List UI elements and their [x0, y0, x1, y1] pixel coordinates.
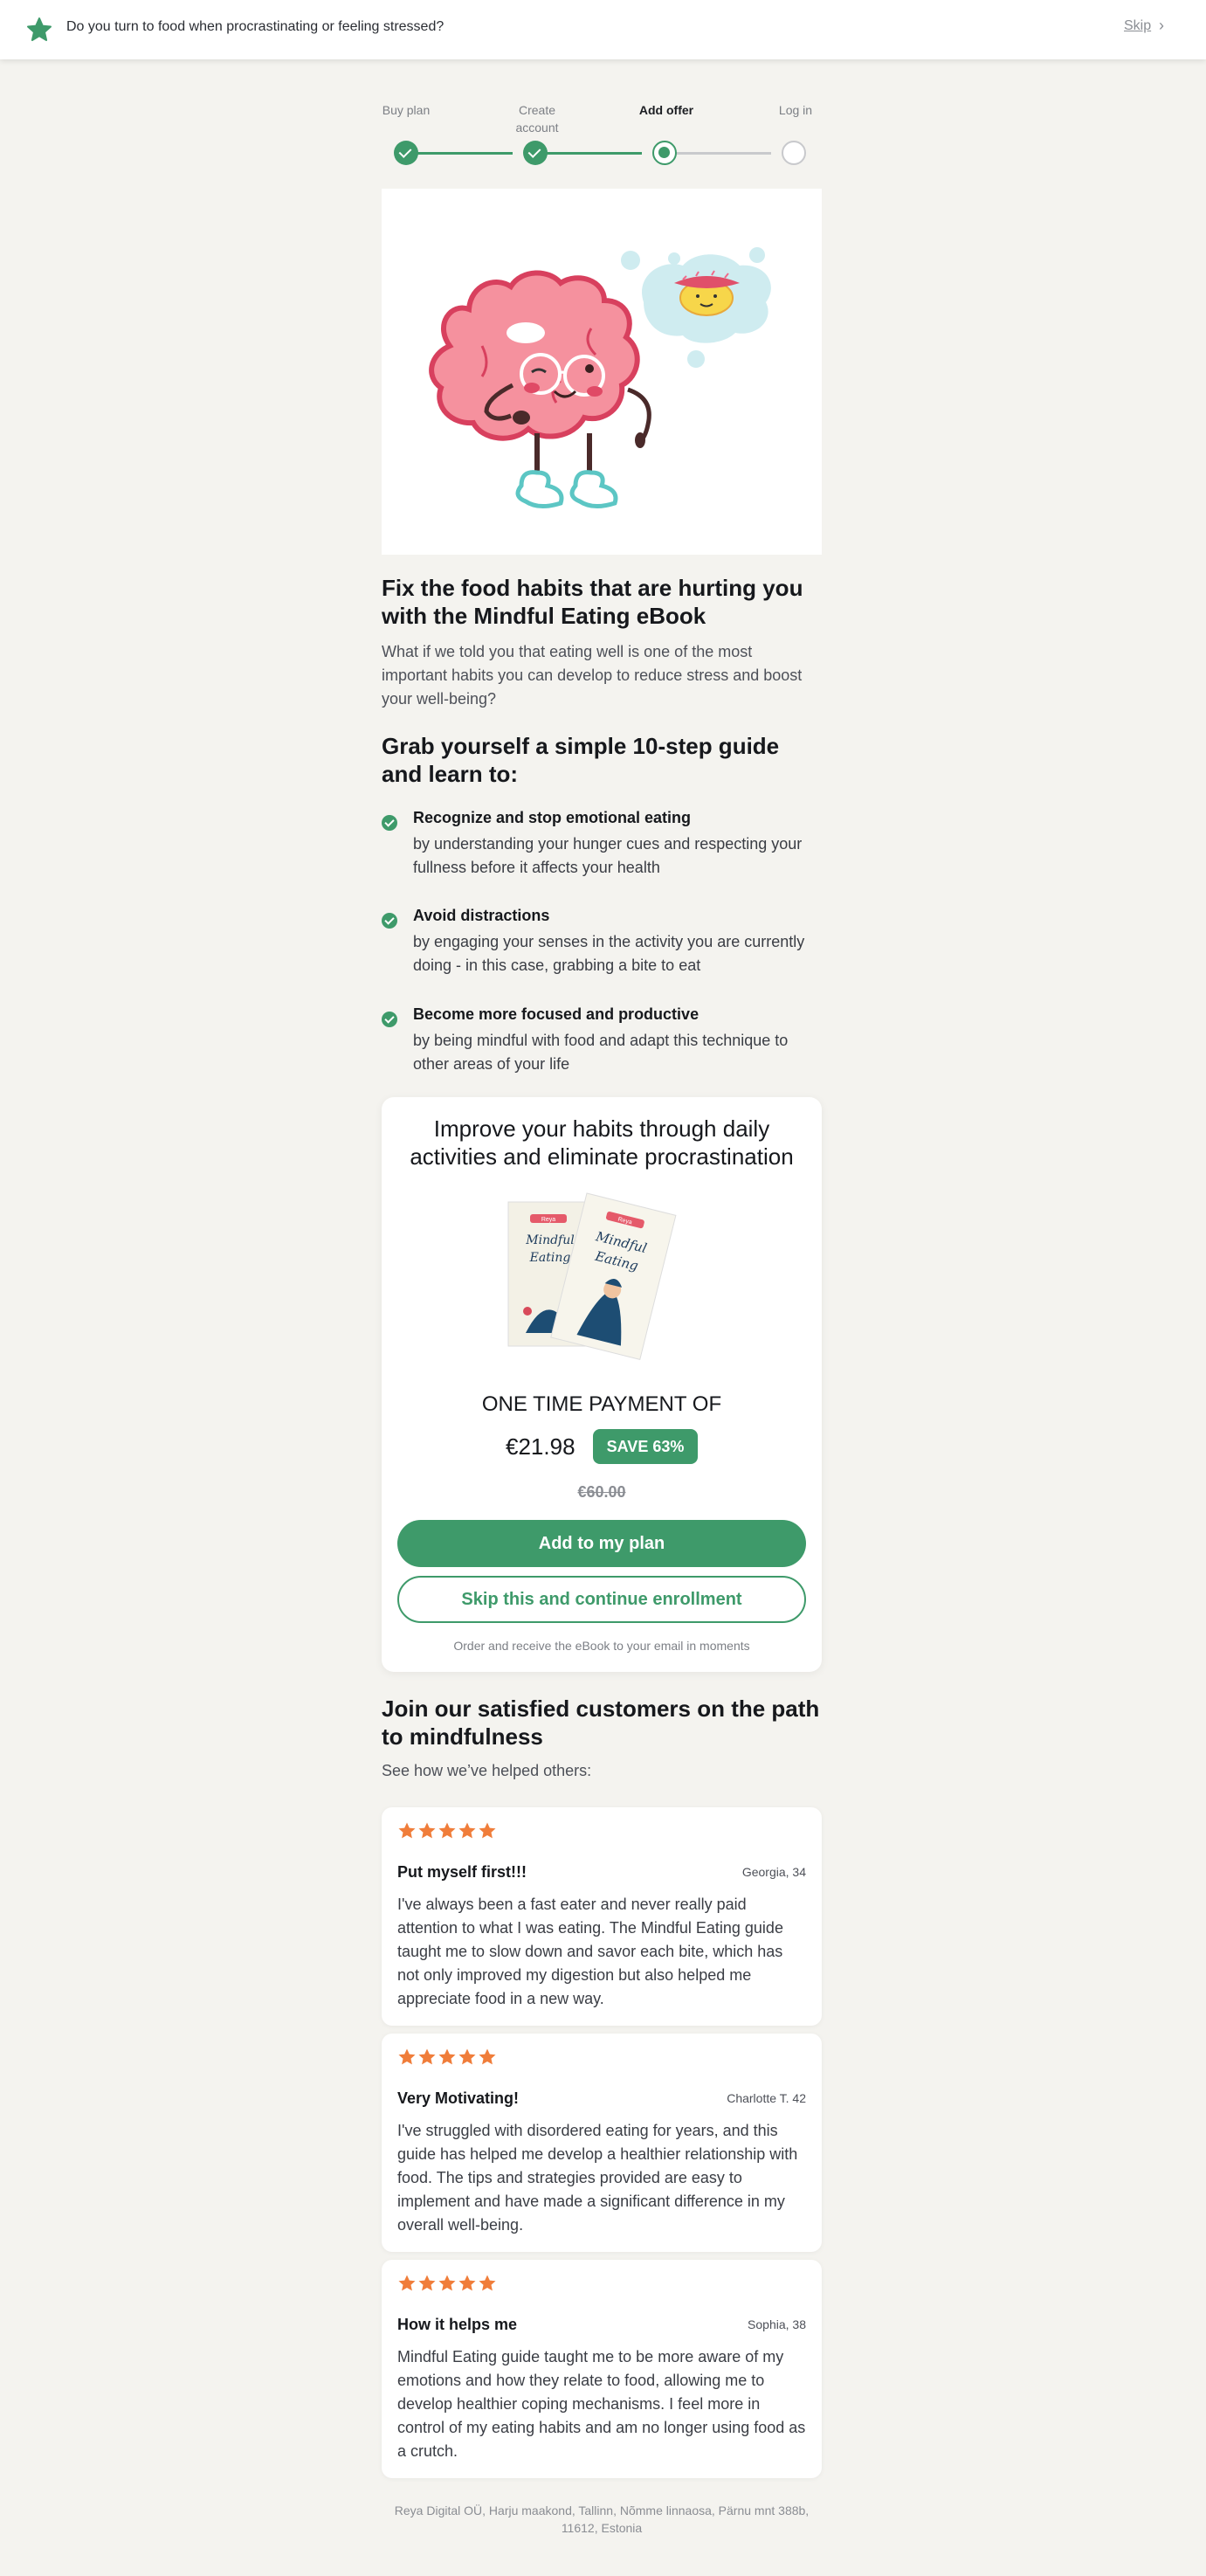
step-connector: [535, 152, 642, 155]
star-icon: [398, 1822, 416, 1839]
skip-offer-button[interactable]: Skip this and continue enrollment: [397, 1576, 806, 1623]
benefit-item: Avoid distractions by engaging your sens…: [382, 904, 822, 983]
check-icon: [382, 1012, 397, 1027]
page-title: Fix the food habits that are hurting you…: [382, 575, 803, 629]
benefit-item: Become more focused and productive by be…: [382, 1003, 822, 1081]
step-label-create-account: Create account: [515, 103, 559, 135]
review-card: Put myself first!!! Georgia, 34 I've alw…: [382, 1807, 822, 2026]
add-to-plan-button[interactable]: Add to my plan: [397, 1520, 806, 1567]
star-icon: [438, 1822, 456, 1839]
star-icon: [458, 2275, 476, 2291]
review-author: Charlotte T. 42: [727, 2091, 806, 2105]
ebook-cover-image: Reya Mindful Eating Reya Mindful Eating: [507, 1192, 677, 1360]
star-icon: [438, 2048, 456, 2065]
old-price: €60.00: [577, 1483, 626, 1501]
review-card: How it helps me Sophia, 38 Mindful Eatin…: [382, 2260, 822, 2478]
offer-price: €21.98: [506, 1433, 575, 1460]
star-rating: [397, 1821, 498, 1842]
review-body: I've struggled with disordered eating fo…: [397, 2122, 798, 2234]
offer-title: Improve your habits through daily activi…: [410, 1115, 794, 1170]
check-icon: [382, 913, 397, 929]
testimonials-subtitle: See how we’ve helped others:: [382, 1762, 592, 1779]
book-title-line1: Mindful: [525, 1233, 574, 1247]
offer-card: Improve your habits through daily activi…: [382, 1097, 822, 1672]
benefit-description: by engaging your senses in the activity …: [413, 933, 805, 974]
review-card: Very Motivating! Charlotte T. 42 I've st…: [382, 2034, 822, 2252]
book-title-line2: Eating: [529, 1251, 571, 1265]
star-icon: [27, 17, 52, 41]
review-author: Sophia, 38: [748, 2317, 806, 2331]
hero-illustration: [382, 189, 822, 555]
step-connector: [665, 152, 771, 155]
intro-text: What if we told you that eating well is …: [382, 643, 803, 708]
star-icon: [458, 2048, 476, 2065]
brain-character-icon: [429, 247, 771, 508]
star-icon: [418, 1822, 436, 1839]
save-badge: SAVE 63%: [593, 1429, 698, 1464]
benefit-title: Become more focused and productive: [413, 1005, 699, 1023]
star-icon: [458, 1822, 476, 1839]
chevron-right-icon[interactable]: ›: [1159, 17, 1164, 35]
guide-heading: Grab yourself a simple 10-step guide and…: [382, 733, 780, 787]
step-connector: [406, 152, 513, 155]
star-icon: [479, 2275, 496, 2291]
review-body: Mindful Eating guide taught me to be mor…: [397, 2348, 806, 2460]
benefit-title: Avoid distractions: [413, 907, 550, 924]
star-icon: [479, 1822, 496, 1839]
review-title: Very Motivating!: [397, 2089, 520, 2107]
step-label-log-in: Log in: [778, 103, 813, 117]
progress-stepper: Buy plan Create account Add offer Log in: [382, 101, 822, 171]
review-title: How it helps me: [397, 2316, 518, 2333]
benefit-item: Recognize and stop emotional eating by u…: [382, 806, 822, 885]
review-title: Put myself first!!!: [397, 1863, 527, 1881]
payment-label: ONE TIME PAYMENT OF: [481, 1392, 722, 1416]
book-brand-label: Reya: [541, 1217, 555, 1223]
check-icon: [382, 815, 397, 831]
star-icon: [398, 2275, 416, 2291]
review-author: Georgia, 34: [741, 1865, 806, 1879]
step-dot-todo: [782, 141, 806, 165]
top-bar: Do you turn to food when procrastinating…: [0, 0, 1206, 59]
step-dot-done: [394, 141, 418, 165]
review-body: I've always been a fast eater and never …: [397, 1896, 783, 2007]
delivery-note: Order and receive the eBook to your emai…: [453, 1639, 750, 1653]
star-icon: [418, 2048, 436, 2065]
skip-link[interactable]: Skip: [1124, 18, 1151, 34]
step-label-buy-plan: Buy plan: [382, 103, 431, 117]
star-icon: [398, 2048, 416, 2065]
star-icon: [418, 2275, 436, 2291]
star-icon: [479, 2048, 496, 2065]
quiz-question: Do you turn to food when procrastinating…: [66, 19, 444, 34]
star-rating: [397, 2048, 498, 2068]
step-label-add-offer: Add offer: [638, 103, 694, 117]
step-dot-current: [652, 141, 677, 165]
testimonials-heading: Join our satisfied customers on the path…: [382, 1695, 820, 1750]
benefit-description: by understanding your hunger cues and re…: [413, 835, 803, 876]
star-icon: [438, 2275, 456, 2291]
step-dot-done: [523, 141, 548, 165]
star-rating: [397, 2274, 498, 2295]
benefit-title: Recognize and stop emotional eating: [413, 809, 692, 826]
benefit-description: by being mindful with food and adapt thi…: [413, 1032, 789, 1073]
company-address: Reya Digital OÜ, Harju maakond, Tallinn,…: [394, 2503, 810, 2535]
